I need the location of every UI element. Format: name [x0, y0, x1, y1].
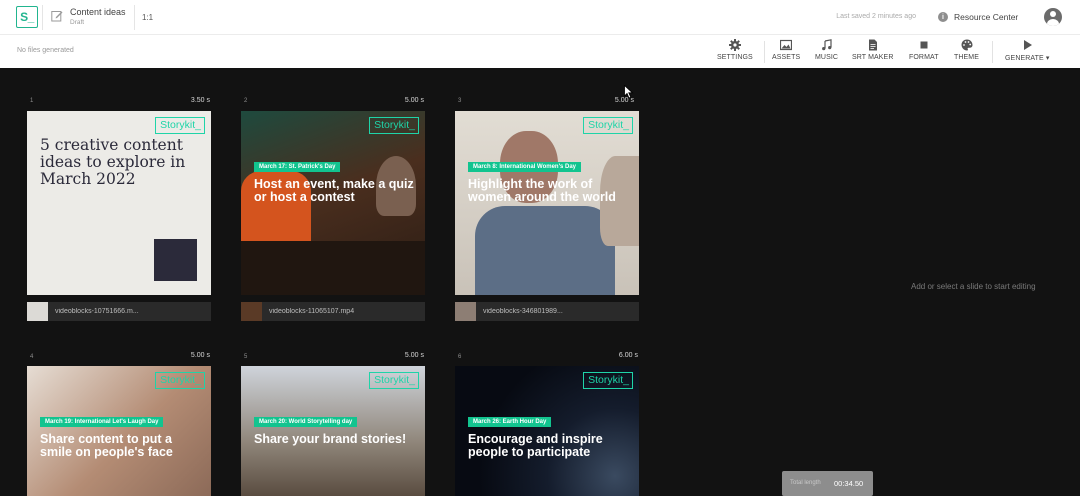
divider — [42, 5, 43, 30]
project-status: Draft — [70, 19, 85, 26]
decorative-square — [154, 239, 197, 281]
file-row[interactable]: videoblocks-10751666.m... — [27, 302, 211, 321]
slide-headline: Encourage and inspire people to particip… — [468, 432, 603, 459]
slide-card[interactable]: Storykit_ March 8: International Women's… — [455, 111, 639, 295]
slide-number: 3 — [458, 98, 462, 104]
settings-label: SETTINGS — [717, 54, 753, 61]
document-icon — [868, 39, 877, 51]
slide-duration: 5.00 s — [404, 97, 424, 104]
theme-button[interactable]: THEME — [954, 39, 979, 61]
brand-label: Storykit_ — [583, 372, 633, 389]
slide-number: 6 — [458, 354, 462, 360]
total-length-label: Total length — [790, 480, 821, 486]
project-title[interactable]: Content ideas — [70, 7, 126, 17]
editor-hint: Add or select a slide to start editing — [911, 282, 1036, 291]
date-tag: March 19: International Let's Laugh Day — [40, 417, 164, 427]
slide-card[interactable]: Storykit_ March 17: St. Patrick's Day Ho… — [241, 111, 425, 295]
file-name: videoblocks-346801989... — [483, 308, 563, 315]
file-thumbnail — [241, 302, 262, 321]
slide-number: 4 — [30, 354, 34, 360]
date-tag: March 8: International Women's Day — [468, 162, 582, 172]
music-label: MUSIC — [815, 54, 839, 61]
toolbar: No files generated SETTINGS ASSETS MUSIC… — [0, 35, 1080, 68]
brand-label: Storykit_ — [155, 372, 205, 389]
music-note-icon — [821, 39, 832, 51]
mouse-cursor-icon — [624, 85, 634, 99]
assets-button[interactable]: ASSETS — [772, 39, 800, 61]
storykit-logo[interactable]: S_ — [16, 6, 38, 28]
music-button[interactable]: MUSIC — [815, 39, 838, 61]
slide-duration: 5.00 s — [404, 352, 424, 359]
user-avatar[interactable] — [1044, 8, 1062, 26]
slide-number: 1 — [30, 98, 34, 104]
settings-button[interactable]: SETTINGS — [717, 39, 753, 61]
file-name: videoblocks-10751666.m... — [55, 308, 139, 315]
slide-number: 5 — [244, 354, 248, 360]
brand-label: Storykit_ — [155, 117, 205, 134]
generate-button[interactable]: GENERATE ▾ — [1005, 39, 1049, 62]
date-tag: March 17: St. Patrick's Day — [254, 162, 341, 172]
slide-headline: Host an event, make a quiz or host a con… — [254, 177, 414, 204]
assets-label: ASSETS — [772, 54, 801, 61]
divider — [134, 5, 135, 30]
slide-number: 2 — [244, 98, 248, 104]
top-bar: S_ Content ideas Draft 1:1 Last saved 2 … — [0, 0, 1080, 35]
generation-status: No files generated — [17, 47, 74, 54]
slide-duration: 5.00 s — [190, 352, 210, 359]
format-label: FORMAT — [909, 54, 939, 61]
brand-label: Storykit_ — [369, 117, 419, 134]
slide-headline: Highlight the work of women around the w… — [468, 177, 616, 204]
edit-icon[interactable] — [51, 10, 63, 22]
slide-card[interactable]: Storykit_ 5 creative content ideas to ex… — [27, 111, 211, 295]
srt-maker-label: SRT MAKER — [852, 54, 894, 61]
slide-card[interactable]: Storykit_ March 26: Earth Hour Day Encou… — [455, 366, 639, 496]
background-figure — [475, 206, 615, 295]
slide-duration: 6.00 s — [618, 352, 638, 359]
palette-icon — [961, 39, 972, 51]
background-table — [241, 241, 425, 295]
slide-card[interactable]: Storykit_ March 19: International Let's … — [27, 366, 211, 496]
info-icon[interactable]: i — [938, 12, 948, 22]
gear-icon — [728, 39, 741, 51]
srt-maker-button[interactable]: SRT MAKER — [852, 39, 894, 61]
brand-label: Storykit_ — [369, 372, 419, 389]
total-length-value: 00:34.50 — [834, 479, 864, 488]
slide-title: 5 creative content ideas to explore in M… — [40, 136, 186, 188]
date-tag: March 20: World Storytelling day — [254, 417, 358, 427]
date-tag: March 26: Earth Hour Day — [468, 417, 552, 427]
total-length-box: Total length 00:34.50 — [782, 471, 873, 496]
format-button[interactable]: FORMAT — [909, 39, 939, 61]
file-row[interactable]: videoblocks-11065107.mp4 — [241, 302, 425, 321]
theme-label: THEME — [954, 54, 979, 61]
slide-headline: Share content to put a smile on people's… — [40, 432, 173, 459]
file-thumbnail — [455, 302, 476, 321]
play-icon — [1024, 40, 1033, 50]
file-thumbnail — [27, 302, 48, 321]
divider — [764, 41, 765, 63]
resource-center-link[interactable]: Resource Center — [954, 12, 1018, 22]
slide-card[interactable]: Storykit_ March 20: World Storytelling d… — [241, 366, 425, 496]
divider — [992, 41, 993, 63]
file-name: videoblocks-11065107.mp4 — [269, 308, 355, 315]
brand-label: Storykit_ — [583, 117, 633, 134]
generate-label: GENERATE ▾ — [1005, 55, 1050, 62]
file-row[interactable]: videoblocks-346801989... — [455, 302, 639, 321]
aspect-ratio-button[interactable]: 1:1 — [142, 13, 153, 22]
slide-headline: Share your brand stories! — [254, 432, 407, 446]
square-icon — [920, 41, 928, 49]
image-icon — [780, 39, 793, 51]
slide-duration: 3.50 s — [190, 97, 210, 104]
last-saved-text: Last saved 2 minutes ago — [836, 13, 916, 20]
